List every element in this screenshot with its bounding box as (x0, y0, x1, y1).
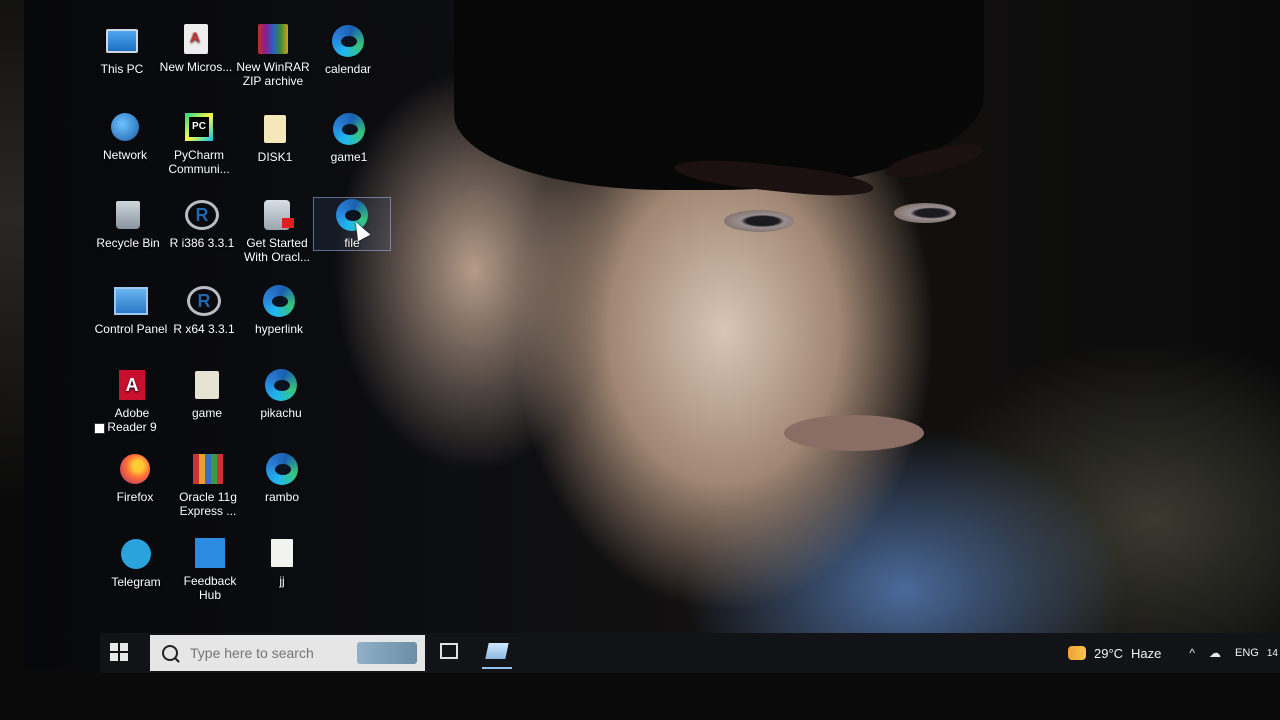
winrar-archive-icon (256, 22, 290, 56)
oracle-installer-icon (191, 452, 225, 486)
desktop-icon-label: This PC (100, 62, 144, 76)
desktop-icon-rambo[interactable]: rambo (244, 452, 320, 504)
edge-icon (262, 284, 296, 318)
desktop-icon-label: jj (279, 574, 285, 588)
wallpaper-eye-right (894, 203, 956, 223)
desktop-icon-telegram[interactable]: Telegram (98, 537, 174, 589)
edge-icon (265, 452, 299, 486)
desktop-icon-label: pikachu (260, 406, 302, 420)
desktop-icon-label: game1 (330, 150, 368, 164)
desktop-icon-new-winrar-zip[interactable]: New WinRAR ZIP archive (235, 22, 311, 88)
system-tray: 29°C Haze ^ ☁ ENG 14 (1067, 633, 1280, 673)
desktop-icon-label: Adobe Reader 9 (107, 406, 157, 434)
taskbar-app-button[interactable] (478, 637, 516, 669)
desktop-icon-this-pc[interactable]: This PC (84, 24, 160, 76)
desktop-icon-oracle-11g[interactable]: Oracle 11g Express ... (170, 452, 246, 518)
pycharm-icon (182, 110, 216, 144)
search-icon (162, 645, 178, 661)
desktop-icon-label: game (191, 406, 223, 420)
clock[interactable]: 14 (1267, 648, 1278, 659)
language-indicator[interactable]: ENG (1235, 647, 1259, 659)
weather-condition: Haze (1131, 645, 1162, 661)
r-language-icon: R (187, 284, 221, 318)
text-file-icon (265, 536, 299, 570)
desktop-icon-firefox[interactable]: Firefox (97, 452, 173, 504)
haze-weather-icon (1067, 646, 1086, 660)
desktop-icon-label: PyCharm Communi... (168, 148, 230, 176)
desktop-icon-calendar[interactable]: calendar (310, 24, 386, 76)
search-highlight-icon (357, 642, 417, 664)
firefox-icon (118, 452, 152, 486)
chevron-up-icon[interactable]: ^ (1189, 646, 1195, 660)
wallpaper-lips (784, 415, 924, 451)
feedback-hub-icon (193, 536, 227, 570)
active-indicator (482, 667, 512, 669)
desktop-icon-hyperlink[interactable]: hyperlink (241, 284, 317, 336)
desktop-icon-label: R x64 3.3.1 (173, 322, 235, 336)
network-icon (108, 110, 142, 144)
desktop-icon-label: hyperlink (254, 322, 304, 336)
control-panel-icon (114, 284, 148, 318)
r-language-icon: R (185, 198, 219, 232)
taskbar-search-box[interactable] (150, 635, 425, 671)
computer-icon (105, 24, 139, 58)
edge-icon (332, 112, 366, 146)
desktop-icon-label: Telegram (111, 575, 161, 589)
onedrive-cloud-icon[interactable]: ☁ (1209, 646, 1221, 660)
desktop-icon-feedback-hub[interactable]: Feedback Hub (172, 536, 248, 602)
desktop-icon-label: calendar (324, 62, 372, 76)
desktop-icon-pikachu[interactable]: pikachu (243, 368, 319, 420)
desktop-icon-label: R i386 3.3.1 (169, 236, 235, 250)
desktop-icon-label: rambo (264, 490, 299, 504)
desktop-screen: This PC Network Recycle Bin Control Pane… (24, 0, 1280, 668)
desktop-icon-label: Control Panel (94, 322, 168, 336)
adobe-reader-icon: A (94, 368, 149, 434)
task-view-button[interactable] (440, 643, 458, 659)
start-button[interactable] (110, 643, 128, 661)
desktop-icon-adobe-reader[interactable]: A Adobe Reader 9 (94, 368, 170, 434)
search-input[interactable] (188, 644, 352, 662)
recycle-bin-icon (111, 198, 145, 232)
desktop-icon-r-i386[interactable]: R R i386 3.3.1 (164, 198, 240, 250)
application-file-icon (190, 368, 224, 402)
desktop-icon-label: New Micros... (159, 60, 233, 74)
desktop-icon-label: Get Started With Oracl... (243, 236, 310, 264)
weather-widget[interactable]: 29°C Haze (1067, 645, 1169, 661)
wallpaper-eye-left (724, 210, 794, 232)
desktop-icon-jj[interactable]: jj (244, 536, 320, 588)
desktop-icon-label: Firefox (116, 490, 154, 504)
folder-icon (258, 112, 292, 146)
desktop-icon-new-microsoft-access[interactable]: New Micros... (158, 22, 234, 74)
desktop-icon-label: Network (102, 148, 147, 162)
desktop-icon-label: DISK1 (257, 150, 293, 164)
desktop-icon-disk1[interactable]: DISK1 (237, 112, 313, 164)
desktop-icon-label: Feedback Hub (183, 574, 237, 602)
desktop-icon-network[interactable]: Network (87, 110, 163, 162)
desktop-icon-recycle-bin[interactable]: Recycle Bin (90, 198, 166, 250)
telegram-icon (119, 537, 153, 571)
desktop-icon-label: New WinRAR ZIP archive (236, 60, 310, 88)
desktop-icon-control-panel[interactable]: Control Panel (93, 284, 169, 336)
weather-temperature: 29°C (1093, 645, 1124, 661)
oracle-database-icon (260, 198, 294, 232)
edge-icon (331, 24, 365, 58)
edge-icon (264, 368, 298, 402)
access-document-icon (179, 22, 213, 56)
desktop-icon-r-x64[interactable]: R R x64 3.3.1 (166, 284, 242, 336)
desktop-icon-game[interactable]: game (169, 368, 245, 420)
taskbar: 29°C Haze ^ ☁ ENG 14 (100, 633, 1280, 673)
desktop-icon-label: Oracle 11g Express ... (179, 490, 237, 518)
desktop-icon-get-started-oracle[interactable]: Get Started With Oracl... (239, 198, 315, 264)
desktop-icon-label: Recycle Bin (96, 236, 160, 250)
desktop-icon-pycharm[interactable]: PyCharm Communi... (161, 110, 237, 176)
desktop-icon-label: file (344, 236, 360, 250)
app-window-icon (485, 643, 509, 659)
desktop-icon-game1[interactable]: game1 (311, 112, 387, 164)
